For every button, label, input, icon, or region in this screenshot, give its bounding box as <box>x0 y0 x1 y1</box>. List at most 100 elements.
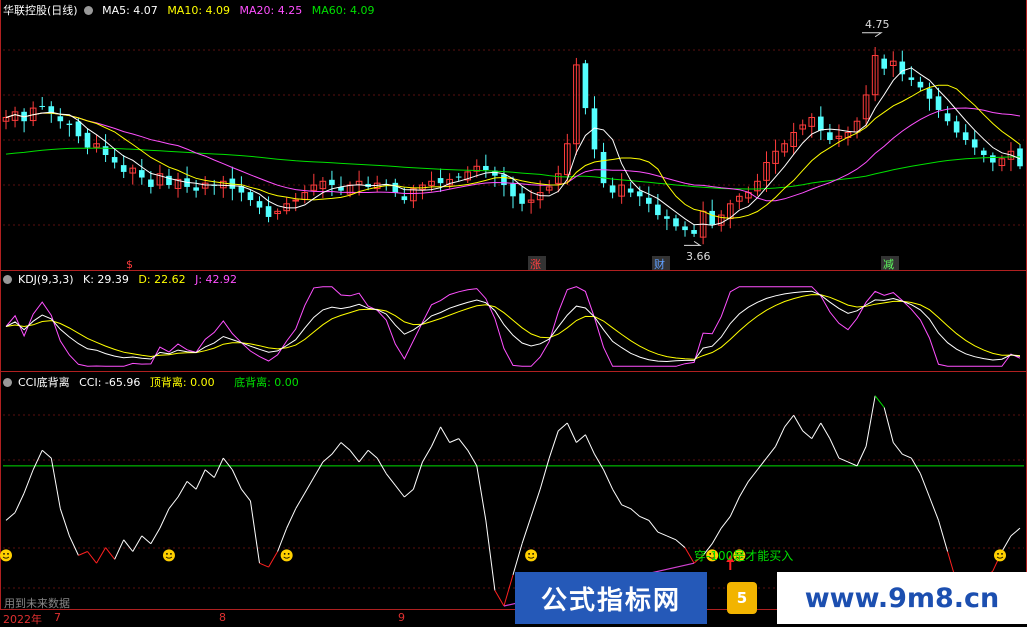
candle-body-down <box>510 183 516 197</box>
cci-segment <box>856 446 867 467</box>
candle-body-down <box>66 123 73 125</box>
cci-segment <box>141 535 152 545</box>
candle-body-down <box>148 179 154 187</box>
smiley-eye <box>7 552 9 555</box>
cci-segment <box>539 457 550 490</box>
candle-body-down <box>673 218 679 227</box>
watermark-left-banner: 公式指标网 <box>515 572 707 624</box>
candle-body-down <box>401 196 408 201</box>
candle-body-down <box>636 191 643 197</box>
candle-body-down <box>39 105 46 107</box>
candle-body-down <box>483 165 489 171</box>
kdj-lines <box>5 286 1021 367</box>
candle-body-up <box>292 199 300 202</box>
candle-body-down <box>664 216 670 219</box>
cci-segment <box>132 535 143 552</box>
cci-segment <box>440 426 451 443</box>
candle-body-down <box>84 132 91 148</box>
cci-segment <box>114 539 125 560</box>
low-pointer <box>684 240 702 246</box>
cci-segment <box>159 508 170 529</box>
cci-segment <box>657 531 668 537</box>
cci-segment <box>458 438 469 451</box>
cci-segment <box>177 481 188 498</box>
cci-segment <box>766 446 776 459</box>
smiley-eye <box>532 552 535 555</box>
candle-body-down <box>193 187 199 191</box>
candle-body-down <box>138 170 145 178</box>
candle-body-down <box>709 210 715 225</box>
cci-segment <box>304 477 315 494</box>
smiley-icon <box>525 549 538 562</box>
cci-segment <box>195 469 206 490</box>
candle-body-down <box>944 113 951 122</box>
cci-segment <box>621 504 631 510</box>
cci-segment <box>612 488 623 506</box>
cci-segment <box>404 488 414 498</box>
cci-segment <box>385 473 396 486</box>
cci-segment <box>938 520 949 552</box>
cci-segment <box>313 461 324 478</box>
cci-segment <box>775 426 786 447</box>
candle-body-down <box>455 176 462 178</box>
cci-segment <box>928 496 939 521</box>
smiley-eye <box>997 552 999 555</box>
cci-segment <box>87 551 97 564</box>
cci-segment <box>240 488 251 502</box>
smiley-eye <box>283 552 286 555</box>
marker-jian: 减 <box>883 258 894 271</box>
candle-body-down <box>990 155 996 163</box>
smiley-eye <box>528 552 531 555</box>
candle-body-down <box>265 206 272 217</box>
smiley-eye <box>287 552 290 555</box>
low-price-label: 3.66 <box>686 250 711 263</box>
candle-body-down <box>926 88 933 99</box>
cci-segment <box>829 438 840 459</box>
smiley-eye <box>170 552 172 555</box>
cci-segment <box>23 469 34 494</box>
candle-body-down <box>935 96 942 110</box>
cci-segment <box>394 485 405 498</box>
cci-segment <box>902 453 912 459</box>
candle-body-down <box>827 132 833 140</box>
smiley-icon <box>994 549 1006 562</box>
cci-segment <box>340 442 351 451</box>
smiley-icon <box>162 549 175 562</box>
candle-body-down <box>917 81 924 88</box>
cci-segment <box>684 547 695 564</box>
cci-segment <box>123 539 134 552</box>
cci-segment <box>5 512 16 521</box>
candle-body-down <box>329 179 335 186</box>
candles <box>2 46 1023 245</box>
candle-body-down <box>57 116 64 122</box>
smiley-eye <box>1001 552 1003 555</box>
smiley-eye <box>166 552 168 555</box>
cci-segment <box>738 481 749 498</box>
smiley-icon <box>0 549 12 562</box>
candle-body-down <box>247 192 254 201</box>
cci-segment <box>277 527 288 552</box>
candle-body-down <box>881 58 888 69</box>
candle-body-down <box>256 201 263 208</box>
cci-segment <box>521 516 532 544</box>
cci-segment <box>784 414 795 428</box>
cci-segment <box>96 547 107 564</box>
future-data-note: 用到未来数据 <box>4 597 70 610</box>
marker-cai: 财 <box>654 257 665 271</box>
candle-body-down <box>627 188 634 193</box>
watermark-right-banner: www.9m8.cn <box>777 572 1027 624</box>
stock-chart[interactable]: 4.75 3.66 $ 涨 财 减 穿-100是才能买入 <box>0 0 1027 625</box>
candle-body-down <box>582 63 589 109</box>
cci-segment <box>422 446 432 463</box>
cci-segment <box>648 520 659 533</box>
cci-segment <box>630 508 641 517</box>
cci-segment <box>594 453 604 471</box>
cci-segment <box>68 535 79 556</box>
cci-segment <box>59 508 70 537</box>
candle-body-down <box>75 121 82 137</box>
candle-body-down <box>120 165 127 172</box>
cci-segment <box>231 469 242 490</box>
cci-segment <box>41 449 52 459</box>
cci-segment <box>503 574 514 607</box>
cci-segment <box>268 551 279 568</box>
